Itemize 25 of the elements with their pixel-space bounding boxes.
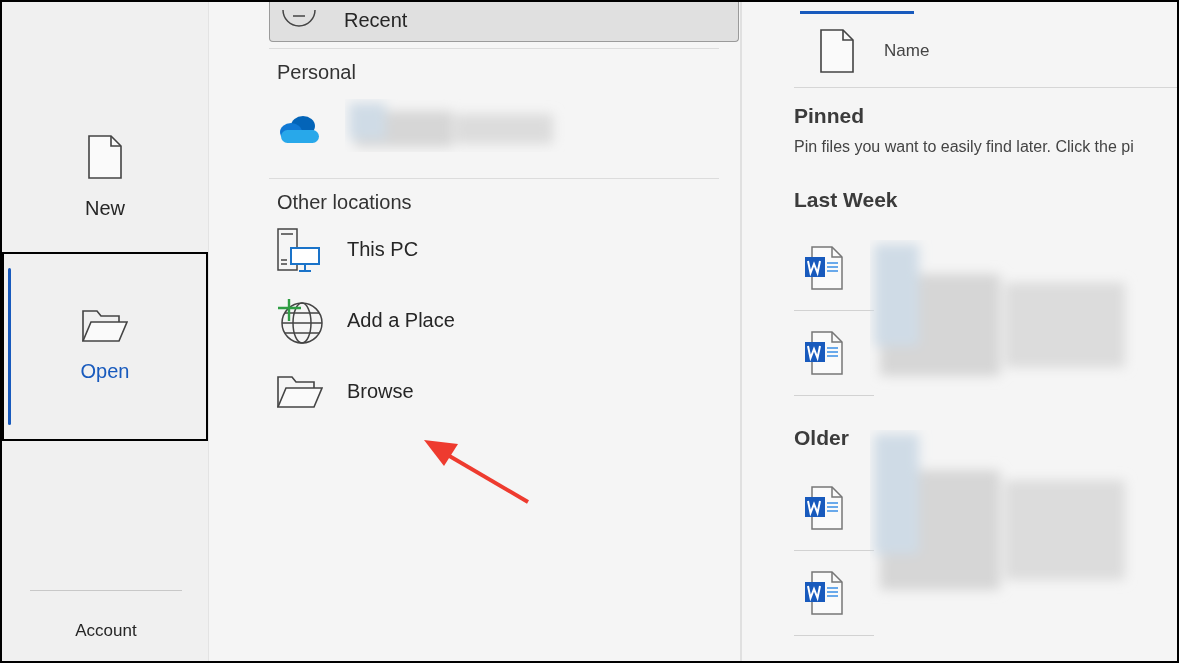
pinned-hint: Pin files you want to easily find later. Click the pi <box>794 137 1135 156</box>
word-file-icon <box>804 331 844 375</box>
location-item[interactable]: This PC <box>269 214 740 285</box>
computer-icon <box>277 227 323 272</box>
column-header[interactable]: Name <box>884 40 930 61</box>
recent-button[interactable]: Recent <box>269 2 739 42</box>
cloud-icon <box>277 114 321 144</box>
document-icon <box>88 134 122 179</box>
nav-item[interactable]: New <box>2 102 208 252</box>
location-item[interactable]: Add a Place <box>269 285 740 356</box>
section-heading: Personal <box>276 60 357 84</box>
section-heading: Other locations <box>276 190 413 214</box>
group-heading: Older <box>794 425 850 450</box>
location-item[interactable]: Browse <box>269 356 740 427</box>
word-file-icon <box>804 246 844 290</box>
group-heading: Last Week <box>794 187 899 212</box>
word-file-icon <box>804 571 844 615</box>
word-file-icon <box>804 486 844 530</box>
document-icon <box>820 28 854 73</box>
folder-icon <box>277 375 323 408</box>
nav-item[interactable]: Open <box>2 252 208 441</box>
add-globe-icon <box>277 297 323 344</box>
folder-icon <box>82 310 128 342</box>
group-heading: Pinned <box>794 103 865 128</box>
account-link[interactable]: Account <box>30 590 182 661</box>
